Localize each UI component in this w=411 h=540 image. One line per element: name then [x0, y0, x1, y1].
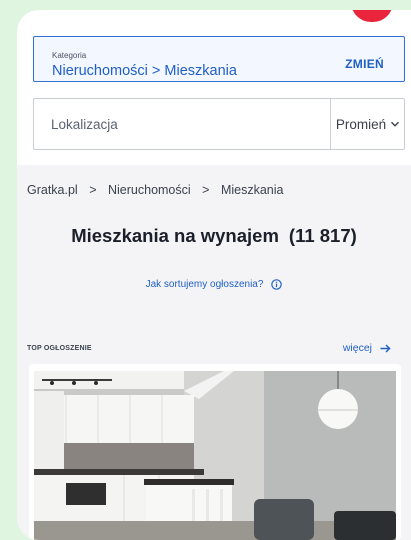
top-listing-label: TOP OGŁOSZENIE — [27, 345, 92, 352]
radius-dropdown[interactable]: Promień — [331, 99, 405, 149]
radius-label: Promień — [335, 116, 387, 132]
category-selector[interactable]: Kategoria Nieruchomości > Mieszkania ZMI… — [33, 36, 405, 82]
category-label: Kategoria — [52, 51, 87, 60]
breadcrumb-separator: > — [89, 183, 97, 197]
sort-info-text: Jak sortujemy ogłoszenia? — [145, 279, 264, 290]
breadcrumb-separator: > — [202, 183, 210, 197]
breadcrumb-item-apartments[interactable]: Mieszkania — [221, 183, 284, 197]
breadcrumb: Gratka.pl > Nieruchomości > Mieszkania — [27, 183, 283, 197]
listing-photo — [34, 371, 396, 540]
arrow-right-icon — [380, 343, 391, 353]
location-search: Promień — [33, 98, 405, 150]
top-listing-card[interactable] — [29, 364, 401, 540]
change-category-button[interactable]: ZMIEŃ — [345, 57, 384, 71]
results-section: Gratka.pl > Nieruchomości > Mieszkania M… — [17, 165, 411, 540]
location-input[interactable] — [34, 99, 330, 149]
breadcrumb-item-home[interactable]: Gratka.pl — [27, 183, 78, 197]
more-top-listings-link[interactable]: więcej — [343, 342, 391, 354]
brand-badge — [351, 10, 393, 22]
info-icon — [271, 279, 283, 290]
results-count: (11 817) — [288, 225, 357, 246]
breadcrumb-item-real-estate[interactable]: Nieruchomości — [108, 183, 191, 197]
page-title: Mieszkania na wynajem (11 817) — [17, 225, 411, 247]
chevron-down-icon — [391, 121, 400, 127]
page-title-text: Mieszkania na wynajem — [71, 225, 279, 246]
more-label: więcej — [342, 342, 372, 354]
app-screen: Kategoria Nieruchomości > Mieszkania ZMI… — [17, 10, 411, 540]
sort-info-link[interactable]: Jak sortujemy ogłoszenia? — [17, 279, 411, 290]
category-value: Nieruchomości > Mieszkania — [52, 63, 237, 79]
